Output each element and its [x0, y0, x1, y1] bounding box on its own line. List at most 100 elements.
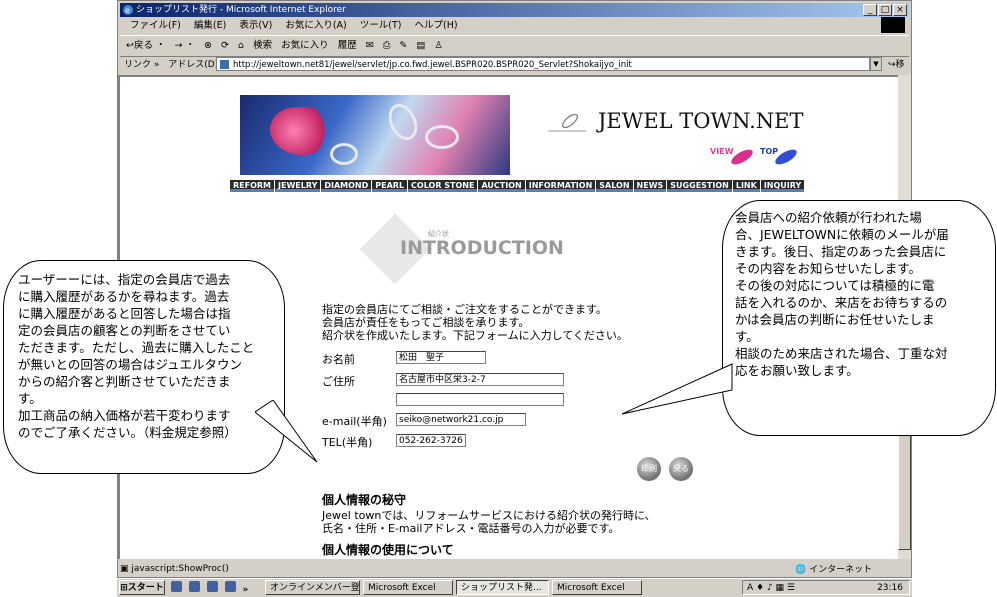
mail-icon[interactable]: ✉: [366, 40, 374, 51]
tel-input[interactable]: 052-262-3726: [396, 434, 466, 447]
address-input-1[interactable]: 名古屋市中区栄3-2-7: [396, 373, 564, 386]
menu-bar: ファイル(F) 編集(E) 表示(V) お気に入り(A) ツール(T) ヘルプ(…: [120, 18, 909, 34]
callout-left-pointer: [255, 400, 318, 463]
windows-logo-icon: [881, 17, 905, 33]
nav-pearl[interactable]: PEARL: [372, 180, 408, 192]
nav-news[interactable]: NEWS: [633, 180, 667, 192]
outlook-quick-icon[interactable]: [188, 581, 200, 592]
window-title: ショップリスト発行 - Microsoft Internet Explorer: [136, 5, 346, 15]
privacy-secret-text: Jewel townでは、リフォームサービスにおける紹介状の発行時に、: [322, 509, 656, 522]
callout-line: が無いとの回答の場合はジュエルタウン: [18, 357, 243, 372]
task-online-member[interactable]: オンラインメンバー登録: [265, 580, 360, 595]
media-quick-icon[interactable]: [224, 581, 236, 592]
menu-favorites[interactable]: お気に入り(A): [285, 20, 346, 31]
menu-file[interactable]: ファイル(F): [130, 20, 181, 31]
name-input[interactable]: 松田 聖子: [396, 351, 486, 364]
address-input-2[interactable]: [396, 393, 564, 406]
maximize-button[interactable]: □: [878, 4, 892, 16]
back-button[interactable]: ↩戻る ・: [126, 40, 165, 51]
top-bubble-icon[interactable]: [774, 147, 802, 167]
stop-icon[interactable]: ⊗: [204, 40, 212, 51]
address-url: http://jeweltown.net81/jewel/servlet/jp.…: [233, 60, 632, 70]
start-button[interactable]: ⊞スタート: [119, 580, 165, 595]
links-button[interactable]: リンク »: [124, 60, 159, 70]
system-tray: A ♦ ♪ ▦ ☰ 23:16: [742, 580, 910, 595]
desktop-quick-icon[interactable]: [206, 581, 218, 592]
nav-diamond[interactable]: DIAMOND: [321, 180, 372, 192]
address-input[interactable]: http://jeweltown.net81/jewel/servlet/jp.…: [216, 57, 870, 71]
nav-information[interactable]: INFORMATION: [525, 180, 596, 192]
callout-line: 定の会員店の顧客との判断をさせてい: [18, 323, 231, 338]
discuss-icon[interactable]: ▤: [416, 40, 425, 51]
edit-icon[interactable]: ✎: [399, 40, 407, 51]
view-bubble-icon[interactable]: [730, 147, 758, 167]
refresh-icon[interactable]: ⟳: [221, 40, 229, 51]
flower-image: [270, 107, 330, 155]
history-button[interactable]: 履歴: [338, 40, 357, 51]
privacy-secret-text: 氏名・住所・E-mailアドレス・電話番号の入力が必要です。: [322, 522, 620, 535]
callout-line: 合、JEWELTOWNに依頼のメールが届: [735, 227, 949, 242]
nav-inquiry[interactable]: INQUIRY: [760, 180, 805, 192]
nav-suggestion[interactable]: SUGGESTION: [667, 180, 732, 192]
banner-image: [240, 95, 510, 175]
callout-line: に購入履歴があると回答した場合は指: [18, 306, 231, 321]
intro-title: INTRODUCTION: [400, 237, 564, 259]
task-shoplist[interactable]: ショップリスト発...: [456, 580, 549, 595]
menu-tools[interactable]: ツール(T): [360, 20, 402, 31]
scrollbar-thumb[interactable]: [898, 435, 911, 550]
nav-color-stone[interactable]: COLOR STONE: [408, 180, 478, 192]
menu-edit[interactable]: 編集(E): [194, 20, 226, 31]
brand-logo-icon: [548, 113, 586, 132]
task-excel-1[interactable]: Microsoft Excel: [363, 580, 453, 595]
favorites-button[interactable]: お気に入り: [281, 40, 329, 51]
ie-quick-icon[interactable]: [171, 581, 182, 592]
address-dropdown-icon[interactable]: ▼: [870, 57, 882, 71]
callout-right-pointer: [621, 363, 733, 415]
messenger-icon[interactable]: ♙: [434, 40, 443, 51]
callout-line: ユーザーーには、指定の会員店で過去: [18, 272, 231, 287]
tray-icons[interactable]: A ♦ ♪ ▦ ☰: [747, 581, 795, 595]
callout-line: のでご了承ください。（料金規定参照）: [18, 425, 237, 440]
task-excel-2[interactable]: Microsoft Excel: [552, 580, 642, 595]
minimize-button[interactable]: _: [863, 4, 877, 16]
callout-line: 相談のため来店された場合、丁重な対: [735, 346, 948, 361]
search-button[interactable]: 検索: [253, 40, 272, 51]
forward-button[interactable]: → ・: [175, 40, 195, 51]
form-intro-line: 会員店が責任をもってご相談を承ります。: [322, 316, 530, 329]
menu-view[interactable]: 表示(V): [239, 20, 272, 31]
status-text: javascript:ShowProc(): [131, 564, 229, 574]
nav-jewelry[interactable]: JEWELRY: [275, 180, 321, 192]
close-button[interactable]: ×: [893, 4, 907, 16]
tel-label: TEL(半角): [322, 436, 373, 449]
taskbar: ⊞スタート » オンラインメンバー登録 Microsoft Excel ショップ…: [117, 578, 912, 597]
page-icon: [220, 60, 229, 69]
nav-auction[interactable]: AUCTION: [478, 180, 525, 192]
print-icon[interactable]: ⎙: [383, 40, 391, 51]
ring-image: [330, 143, 358, 165]
callout-line: かは会員店の判断にお任せいたしま: [735, 312, 935, 327]
status-bar: ▣ javascript:ShowProc() 🌐 インターネット: [120, 561, 909, 577]
toolbar: ↩戻る ・ → ・ ⊗ ⟳ ⌂ 検索 お気に入り 履歴 ✉ ⎙ ✎ ▤ ♙: [120, 35, 909, 57]
menu-help[interactable]: ヘルプ(H): [415, 20, 458, 31]
ring-image: [425, 125, 459, 149]
form-intro: 指定の会員店にてご相談・ご注文をすることができます。 会員店が責任をもってご相談…: [322, 303, 628, 342]
address-bar: リンク » アドレス(D) http://jeweltown.net81/jew…: [120, 56, 909, 88]
nav-salon[interactable]: SALON: [596, 180, 633, 192]
address-label: ご住所: [322, 375, 355, 388]
home-icon[interactable]: ⌂: [238, 40, 244, 51]
name-label: お名前: [322, 353, 355, 366]
print-button[interactable]: 印刷: [637, 457, 661, 481]
nav-link[interactable]: LINK: [732, 180, 760, 192]
nav-reform[interactable]: REFORM: [230, 180, 275, 192]
back-page-button[interactable]: 戻る: [669, 457, 693, 481]
callout-line: その後の対応については積極的に電: [735, 278, 935, 293]
form-intro-line: 指定の会員店にてご相談・ご注文をすることができます。: [322, 303, 607, 316]
email-input[interactable]: seiko@network21.co.jp: [396, 413, 526, 426]
quick-more[interactable]: »: [243, 585, 249, 595]
callout-line: 加工商品の納入価格が若干変わります: [18, 408, 231, 423]
privacy-secret-title: 個人情報の秘守: [322, 493, 407, 507]
callout-left: ユーザーーには、指定の会員店で過去 に購入履歴があるかを尋ねます。過去 に購入履…: [3, 260, 285, 474]
form-intro-line: 紹介状を作成いたします。下記フォームに入力してください。: [322, 329, 628, 342]
ring-image: [383, 99, 423, 145]
callout-line: 話を入れるのか、来店をお待ちするの: [735, 295, 948, 310]
